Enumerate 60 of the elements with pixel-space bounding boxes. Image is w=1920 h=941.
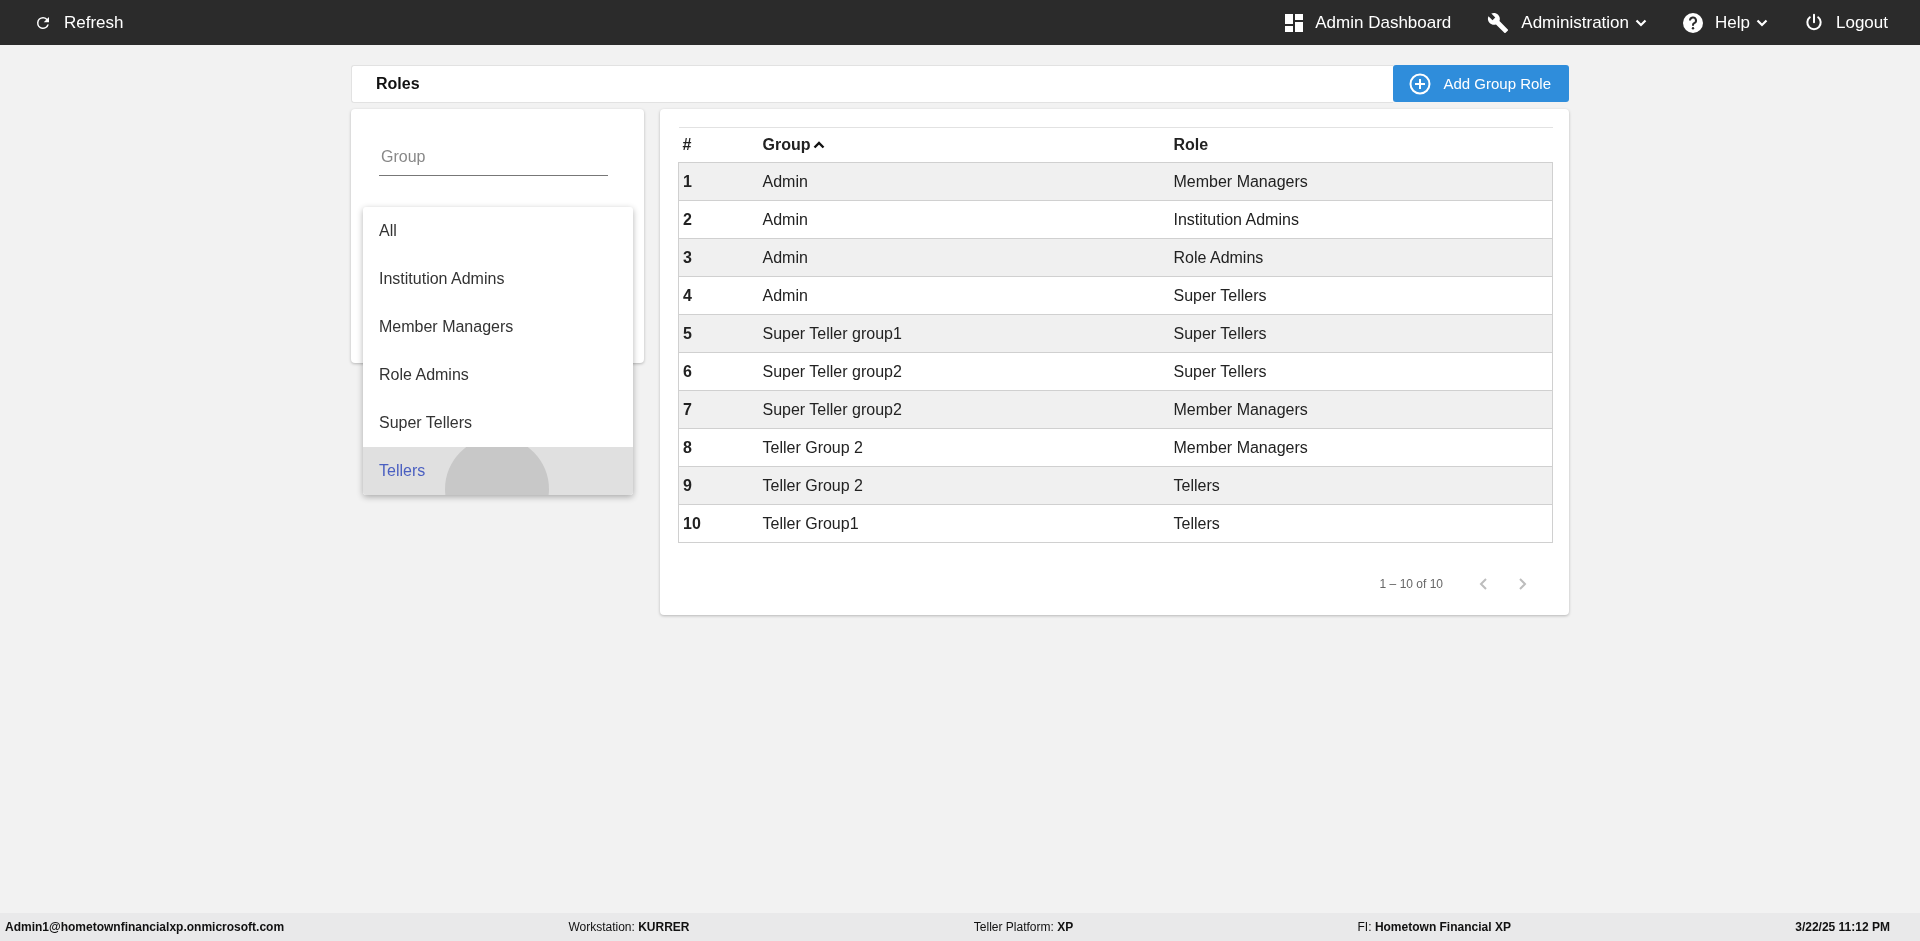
table-cell: 10 (678, 504, 759, 543)
table-cell: 9 (678, 466, 759, 505)
table-cell: Admin (758, 238, 1170, 277)
nav-menu-item[interactable]: Help (1665, 0, 1786, 45)
table-cell: 8 (678, 428, 759, 467)
dashboard-icon (1285, 13, 1304, 32)
refresh-button[interactable]: Refresh (34, 0, 124, 45)
nav-menu-item[interactable]: Admin Dashboard (1267, 0, 1470, 45)
table-cell: Admin (758, 162, 1170, 201)
table-cell: 5 (678, 314, 759, 353)
page-range: 1 – 10 of 10 (1379, 577, 1443, 591)
table-cell: Institution Admins (1169, 200, 1553, 239)
table-cell: Super Teller group1 (758, 314, 1170, 353)
table-cell: Teller Group 2 (758, 466, 1170, 505)
role-option[interactable]: Member Managers (363, 303, 633, 351)
table-cell: Admin (758, 200, 1170, 239)
table-cell: Member Managers (1169, 162, 1553, 201)
date-time: 3/22/25 11:12 PM (1795, 920, 1890, 934)
page-title: Roles (376, 75, 420, 93)
user-email: Admin1@hometownfinancialxp.onmicrosoft.com (5, 920, 285, 934)
table-cell: Tellers (1169, 466, 1553, 505)
table-cell: 4 (678, 276, 759, 315)
table-cell: Super Tellers (1169, 314, 1553, 353)
role-option[interactable]: All (363, 207, 633, 255)
chevron-left-icon (1477, 577, 1490, 591)
column-header[interactable]: Group (758, 127, 1170, 163)
group-input-field[interactable]: Group (379, 139, 608, 176)
role-option[interactable]: Institution Admins (363, 255, 633, 303)
table-cell: Teller Group1 (758, 504, 1170, 543)
table-cell: Super Tellers (1169, 352, 1553, 391)
chevron-right-icon (1516, 577, 1529, 591)
role-option[interactable]: Tellers (363, 447, 633, 495)
nav-menu-item[interactable]: Administration (1469, 0, 1666, 45)
column-header[interactable]: # (678, 127, 759, 163)
status-field: FI: Hometown Financial XP (1357, 920, 1511, 934)
wrench-icon (1487, 11, 1510, 34)
table-cell: 7 (678, 390, 759, 429)
role-option[interactable]: Super Tellers (363, 399, 633, 447)
table-cell: 3 (678, 238, 759, 277)
table-cell: Super Teller group2 (758, 352, 1170, 391)
column-header[interactable]: Role (1169, 127, 1553, 163)
help-icon (1683, 12, 1704, 33)
table-cell: 2 (678, 200, 759, 239)
table-cell: Role Admins (1169, 238, 1553, 277)
power-icon (1804, 12, 1824, 33)
table-cell: 1 (678, 162, 759, 201)
add-group-role-button[interactable]: Add Group Role (1393, 65, 1569, 102)
table-cell: Member Managers (1169, 390, 1553, 429)
table-cell: Tellers (1169, 504, 1553, 543)
table-cell: Super Tellers (1169, 276, 1553, 315)
table-cell: Admin (758, 276, 1170, 315)
table-cell: Super Teller group2 (758, 390, 1170, 429)
status-field: Workstation: KURRER (568, 920, 690, 934)
table-cell: Member Managers (1169, 428, 1553, 467)
role-option[interactable]: Role Admins (363, 351, 633, 399)
status-field: Teller Platform: XP (973, 920, 1074, 934)
plus-circle-icon (1409, 72, 1432, 95)
nav-menu-item[interactable]: Logout (1786, 0, 1896, 45)
table-cell: Teller Group 2 (758, 428, 1170, 467)
table-cell: 6 (678, 352, 759, 391)
